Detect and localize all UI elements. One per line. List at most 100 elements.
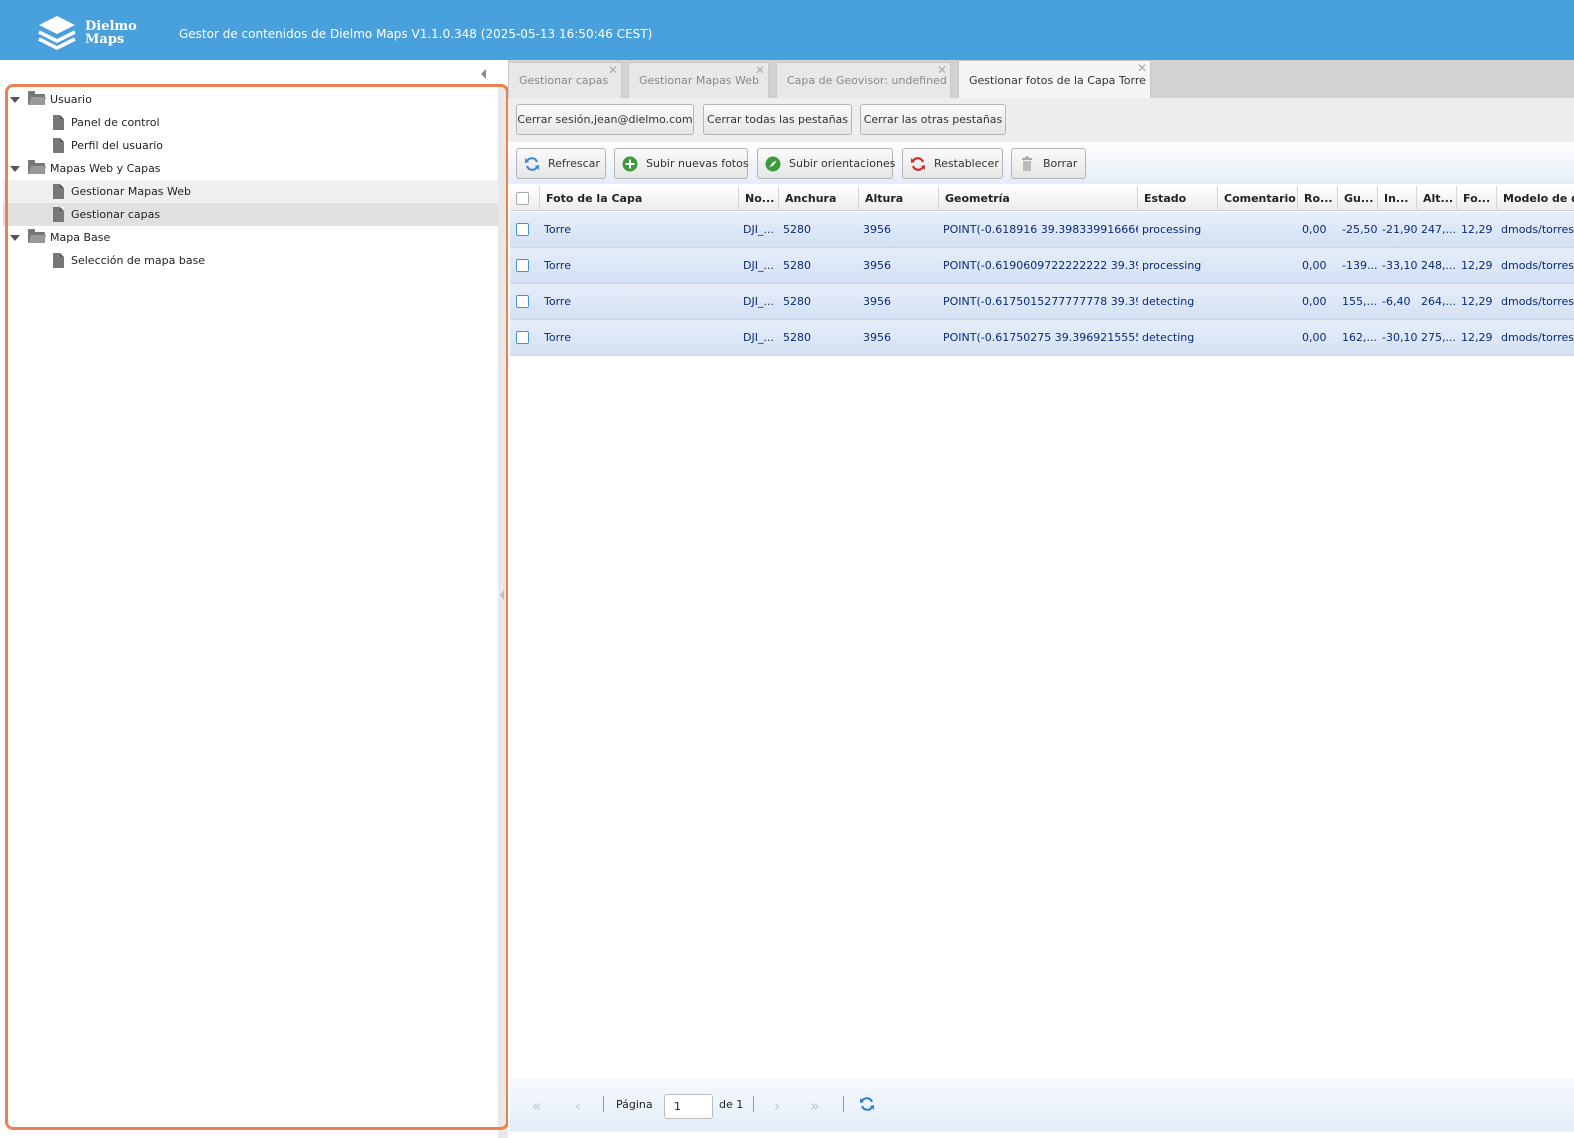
table-cell	[1218, 248, 1298, 284]
previous-page-icon[interactable]: ‹	[575, 1097, 581, 1115]
session-toolbar: Cerrar sesión,jean@dielmo.com Cerrar tod…	[508, 98, 1574, 142]
tree-item-gestionar-capas[interactable]: Gestionar capas	[3, 203, 498, 226]
close-tab-icon[interactable]: ✕	[755, 52, 765, 88]
expand-triangle-icon[interactable]	[10, 97, 20, 103]
button-label: Subir nuevas fotos	[646, 157, 749, 170]
table-cell: 5280	[783, 295, 811, 308]
table-cell: -6,40	[1382, 295, 1411, 308]
tab-gestionar-capas[interactable]: Gestionar capas ✕	[508, 62, 622, 98]
page-count-label: de 1	[719, 1098, 744, 1111]
tree-folder-usuario[interactable]: Usuario	[3, 88, 498, 111]
close-tab-icon[interactable]: ✕	[937, 52, 947, 88]
tree-item-seleccion-de-mapa-base[interactable]: Selección de mapa base	[3, 249, 498, 272]
table-cell: detecting	[1142, 295, 1195, 308]
table-row[interactable]: Torre DJI_... 5280 3956 POINT(-0.6175015…	[510, 284, 1574, 320]
table-cell: dmods/torres_	[1501, 295, 1574, 308]
table-cell: dmods/torres_	[1501, 223, 1574, 236]
document-icon	[53, 207, 64, 222]
refresh-icon[interactable]	[859, 1096, 875, 1112]
button-label: Borrar	[1043, 157, 1078, 170]
close-all-tabs-button[interactable]: Cerrar todas las pestañas	[703, 104, 852, 135]
column-header[interactable]: In...	[1378, 186, 1417, 211]
row-checkbox[interactable]	[516, 295, 529, 308]
column-header[interactable]: Gu...	[1338, 186, 1378, 211]
table-cell: 12,29	[1461, 259, 1493, 272]
expand-triangle-icon[interactable]	[10, 235, 20, 241]
trash-icon	[1022, 156, 1032, 171]
page-number-input[interactable]: 1	[664, 1094, 713, 1119]
table-row[interactable]: Torre DJI_... 5280 3956 POINT(-0.6175027…	[510, 320, 1574, 356]
last-page-icon[interactable]: »	[810, 1097, 819, 1115]
table-cell: Torre	[544, 223, 571, 236]
table-cell: -21,90	[1382, 223, 1417, 236]
column-header[interactable]: Altura	[859, 186, 939, 211]
tree-item-panel-de-control[interactable]: Panel de control	[3, 111, 498, 134]
add-icon	[622, 156, 638, 172]
tab-gestionar-mapas-web[interactable]: Gestionar Mapas Web ✕	[628, 62, 769, 98]
delete-button[interactable]: Borrar	[1011, 148, 1086, 179]
row-checkbox[interactable]	[516, 259, 529, 272]
column-header[interactable]: Modelo de d	[1497, 186, 1574, 211]
close-other-tabs-button[interactable]: Cerrar las otras pestañas	[860, 104, 1006, 135]
column-header[interactable]: Fo...	[1457, 186, 1497, 211]
logout-button[interactable]: Cerrar sesión,jean@dielmo.com	[516, 104, 694, 135]
tree-folder-mapa-base[interactable]: Mapa Base	[3, 226, 498, 249]
dielmo-logo-icon	[38, 16, 76, 50]
column-header[interactable]: Estado	[1138, 186, 1218, 211]
tab-bar: Gestionar capas ✕ Gestionar Mapas Web ✕ …	[508, 60, 1574, 98]
column-header[interactable]: Foto de la Capa	[540, 186, 739, 211]
next-page-icon[interactable]: ›	[774, 1097, 780, 1115]
first-page-icon[interactable]: «	[532, 1097, 541, 1115]
column-header[interactable]: No...	[739, 186, 779, 211]
table-cell	[1218, 284, 1298, 320]
grid-header: Foto de la Capa No... Anchura Altura Geo…	[510, 186, 1574, 211]
select-all-cell[interactable]	[510, 186, 540, 211]
tree-folder-mapas-web-y-capas[interactable]: Mapas Web y Capas	[3, 157, 498, 180]
reset-button[interactable]: Restablecer	[902, 148, 1003, 179]
pagination-toolbar: « ‹ Página 1 de 1 › »	[510, 1077, 1574, 1132]
panel-splitter[interactable]	[498, 86, 508, 1138]
column-header[interactable]: Anchura	[779, 186, 859, 211]
navigation-panel: Usuario Panel de control Perfil del usua…	[0, 60, 509, 1138]
close-tab-icon[interactable]: ✕	[1137, 48, 1147, 88]
table-cell: 5280	[783, 259, 811, 272]
row-checkbox[interactable]	[516, 331, 529, 344]
table-cell: 0,00	[1302, 295, 1327, 308]
table-cell: 275,...	[1421, 331, 1456, 344]
table-cell: DJI_...	[743, 223, 774, 236]
column-header[interactable]: Ro...	[1298, 186, 1338, 211]
expand-triangle-icon[interactable]	[10, 166, 20, 172]
page-label: Página	[616, 1098, 653, 1111]
tab-capa-de-geovisor[interactable]: Capa de Geovisor: undefined ✕	[776, 62, 951, 98]
table-cell: -33,10	[1382, 259, 1417, 272]
tab-label: Gestionar Mapas Web	[639, 74, 760, 87]
select-all-checkbox[interactable]	[516, 192, 529, 205]
folder-open-icon	[28, 160, 45, 174]
refresh-button[interactable]: Refrescar	[516, 148, 606, 179]
tab-gestionar-fotos[interactable]: Gestionar fotos de la Capa Torre ✕	[958, 60, 1151, 98]
collapse-panel-icon[interactable]	[481, 69, 486, 79]
column-header[interactable]: Alt...	[1417, 186, 1457, 211]
table-cell: 5280	[783, 331, 811, 344]
table-cell: 162,...	[1342, 331, 1377, 344]
tree-item-perfil-del-usuario[interactable]: Perfil del usuario	[3, 134, 498, 157]
table-row[interactable]: Torre DJI_... 5280 3956 POINT(-0.618916 …	[510, 212, 1574, 248]
close-tab-icon[interactable]: ✕	[608, 52, 618, 88]
table-cell: dmods/torres_	[1501, 259, 1574, 272]
tree-item-label: Panel de control	[71, 116, 160, 129]
folder-open-icon	[28, 229, 45, 243]
tree-item-gestionar-mapas-web[interactable]: Gestionar Mapas Web	[3, 180, 498, 203]
divider	[843, 1096, 844, 1112]
table-row[interactable]: Torre DJI_... 5280 3956 POINT(-0.6190609…	[510, 248, 1574, 284]
app-header: Dielmo Maps Gestor de contenidos de Diel…	[0, 0, 1574, 60]
tree-folder-label: Mapa Base	[50, 231, 111, 244]
compass-icon	[765, 156, 781, 172]
app-title: Gestor de contenidos de Dielmo Maps V1.1…	[179, 27, 653, 41]
column-header[interactable]: Geometría	[939, 186, 1138, 211]
upload-orientations-button[interactable]: Subir orientaciones	[757, 148, 895, 179]
row-checkbox[interactable]	[516, 223, 529, 236]
column-header[interactable]: Comentario	[1218, 186, 1298, 211]
table-cell: processing	[1142, 259, 1202, 272]
upload-photos-button[interactable]: Subir nuevas fotos	[614, 148, 749, 179]
splitter-collapse-icon[interactable]	[500, 590, 504, 600]
